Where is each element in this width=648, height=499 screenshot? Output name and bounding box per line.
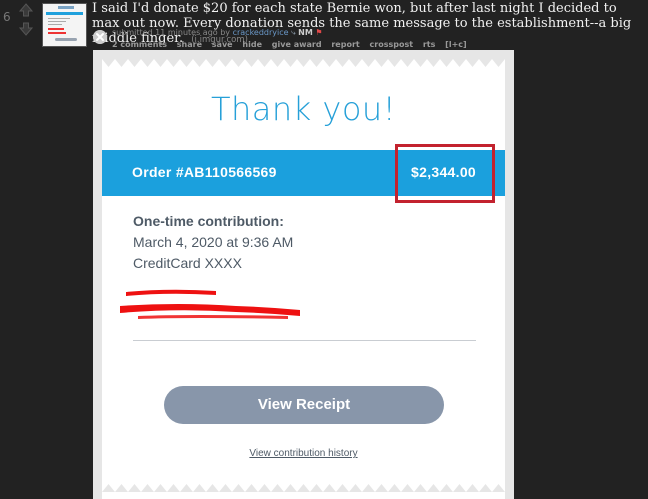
share-link[interactable]: share [177, 40, 202, 49]
rts-link[interactable]: rts [423, 40, 436, 49]
zigzag-teeth [102, 59, 505, 67]
save-link[interactable]: save [212, 40, 233, 49]
comments-link[interactable]: 2 comments [112, 40, 167, 49]
view-contribution-history-link[interactable]: View contribution history [93, 448, 514, 459]
post-tagline: submitted 11 minutes ago by crackeddryic… [112, 28, 323, 38]
contribution-date: March 4, 2020 at 9:36 AM [133, 234, 294, 250]
post-thumbnail[interactable] [42, 3, 87, 47]
user-flair: NM [298, 28, 313, 37]
flair-badge-icon: ⚑ [315, 28, 323, 37]
view-receipt-button[interactable]: View Receipt [164, 386, 444, 424]
close-icon[interactable] [93, 30, 107, 44]
crosspost-link[interactable]: crosspost [370, 40, 414, 49]
zigzag-teeth [102, 484, 505, 492]
report-link[interactable]: report [331, 40, 359, 49]
lc-link[interactable]: [l+c] [445, 40, 467, 49]
thank-you-heading: Thank you! [210, 90, 397, 128]
zigzag-top-edge [102, 59, 505, 67]
post-rank: 6 [3, 10, 11, 24]
redaction-scribble [120, 289, 300, 319]
order-number: Order #AB110566569 [132, 164, 277, 180]
author-link[interactable]: crackeddryice [233, 28, 289, 37]
amount-highlight-box [395, 144, 495, 203]
post-actions: 2 comments share save hide give award re… [112, 40, 474, 49]
payment-method: CreditCard XXXX [133, 255, 242, 271]
contribution-details: One-time contribution: March 4, 2020 at … [133, 211, 293, 274]
divider [133, 340, 476, 341]
submitted-text: submitted 11 minutes ago by [112, 28, 231, 37]
upvote-arrow-icon[interactable] [19, 3, 33, 17]
give-award-link[interactable]: give award [272, 40, 322, 49]
downvote-arrow-icon[interactable] [19, 22, 33, 36]
contribution-type: One-time contribution: [133, 213, 284, 229]
zigzag-bottom-edge [102, 484, 505, 492]
donation-receipt-image[interactable]: Thank you! Order #AB110566569 $2,344.00 … [93, 50, 514, 499]
hide-link[interactable]: hide [242, 40, 262, 49]
flair-icon: ⤷ [291, 28, 296, 37]
